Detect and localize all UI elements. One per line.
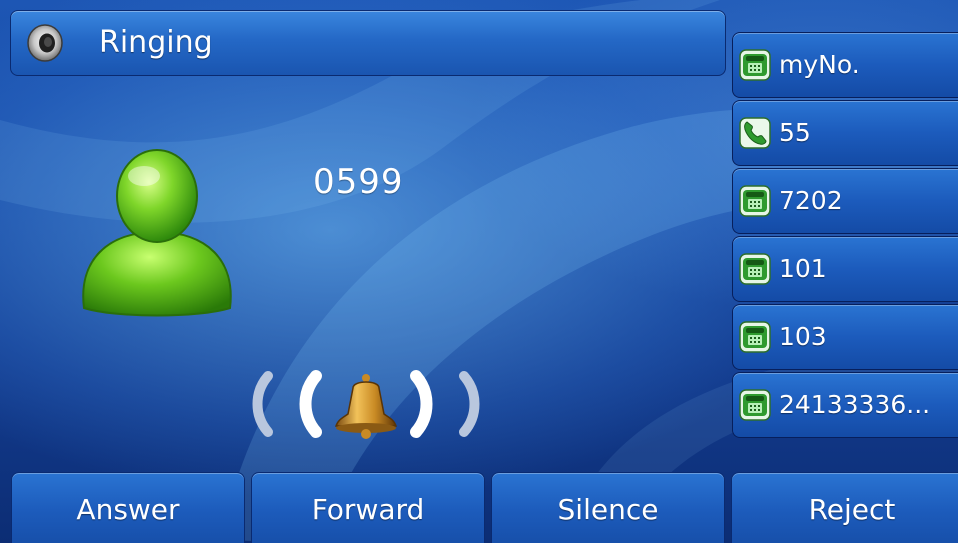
caller-number: 0599 <box>313 162 404 202</box>
line-key-label: myNo. <box>779 50 860 79</box>
silence-button[interactable]: Silence <box>491 472 725 543</box>
line-key-label: 7202 <box>779 186 843 215</box>
line-key-7202[interactable]: 7202 <box>732 168 958 234</box>
desk-phone-icon <box>739 389 771 421</box>
line-key-103[interactable]: 103 <box>732 304 958 370</box>
phone-screen: Ringing 0599 myNo. 55 7202 101 103 24133… <box>0 0 958 543</box>
reject-button[interactable]: Reject <box>731 472 958 543</box>
call-status-label: Ringing <box>99 25 213 60</box>
line-key-101[interactable]: 101 <box>732 236 958 302</box>
forward-button[interactable]: Forward <box>251 472 485 543</box>
speaker-icon <box>27 24 63 62</box>
line-key-label: 55 <box>779 118 811 147</box>
contact-avatar-icon <box>82 149 232 317</box>
handset-icon <box>739 117 771 149</box>
line-key-55[interactable]: 55 <box>732 100 958 166</box>
desk-phone-icon <box>739 49 771 81</box>
bell-icon <box>252 370 480 439</box>
desk-phone-icon <box>739 253 771 285</box>
desk-phone-icon <box>739 321 771 353</box>
status-bar: Ringing <box>10 10 726 76</box>
line-key-label: 101 <box>779 254 827 283</box>
line-key-label: 24133336... <box>779 390 931 419</box>
desk-phone-icon <box>739 185 771 217</box>
line-key-label: 103 <box>779 322 827 351</box>
line-key-24133336[interactable]: 24133336... <box>732 372 958 438</box>
line-key-myno[interactable]: myNo. <box>732 32 958 98</box>
answer-button[interactable]: Answer <box>11 472 245 543</box>
